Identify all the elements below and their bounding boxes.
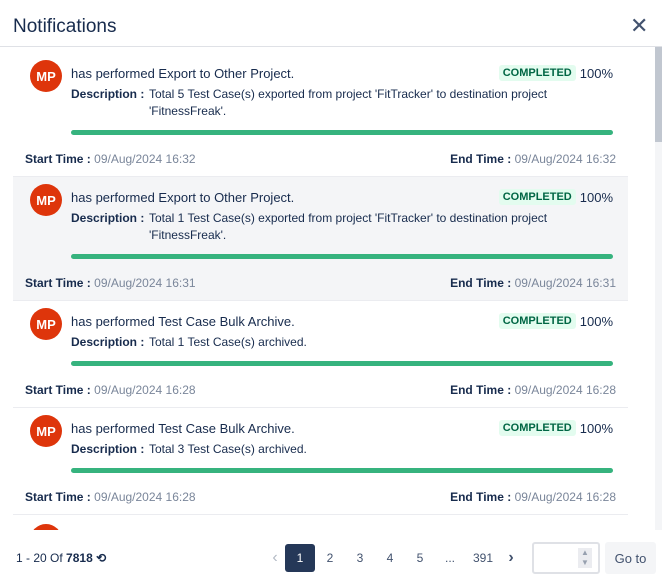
- spinner-icon[interactable]: ▲ ▼: [578, 548, 592, 568]
- result-count: 1 - 20 Of 7818 ⟲: [16, 551, 106, 565]
- end-time: End Time : 09/Aug/2024 16:28: [450, 490, 616, 504]
- start-time: Start Time : 09/Aug/2024 16:32: [25, 152, 196, 166]
- end-time: End Time : 09/Aug/2024 16:32: [450, 152, 616, 166]
- notification-item[interactable]: MP has performed Export to Other Project…: [13, 47, 628, 177]
- status-badge: COMPLETED: [498, 65, 576, 81]
- notification-item[interactable]: MP has performed Test Case Bulk Archive.…: [13, 301, 628, 408]
- progress-bar: [71, 130, 613, 135]
- status-badge: COMPLETED: [498, 420, 576, 436]
- description-text: Total 1 Test Case(s) archived.: [149, 335, 307, 349]
- end-time: End Time : 09/Aug/2024 16:31: [450, 276, 616, 290]
- progress-bar: [71, 254, 613, 259]
- status-badge: COMPLETED: [498, 313, 576, 329]
- avatar: MP: [30, 60, 62, 92]
- header: Notifications ✕: [0, 0, 662, 47]
- scrollbar-thumb[interactable]: [655, 47, 662, 142]
- start-time: Start Time : 09/Aug/2024 16:31: [25, 276, 196, 290]
- goto-page-input[interactable]: ▲ ▼: [532, 542, 600, 574]
- scrollbar[interactable]: [655, 47, 662, 530]
- of-text: Of: [50, 551, 63, 565]
- progress-percent: 100%: [579, 420, 613, 436]
- page-button[interactable]: 2: [315, 544, 345, 572]
- progress-percent: 100%: [579, 313, 613, 329]
- pagination-footer: 1 - 20 Of 7818 ⟲ ‹ 1 2 3 4 5... 391 › ▲ ▼ Go to: [0, 538, 662, 578]
- end-time: End Time : 09/Aug/2024 16:28: [450, 383, 616, 397]
- description-text: Total 5 Test Case(s) exported from proje…: [149, 87, 548, 118]
- description-label: Description :: [71, 87, 145, 101]
- prev-page-icon[interactable]: ‹: [265, 549, 285, 567]
- status-badge: COMPLETED: [498, 189, 576, 205]
- page-button[interactable]: 3: [345, 544, 375, 572]
- avatar: [30, 524, 62, 530]
- start-time: Start Time : 09/Aug/2024 16:28: [25, 490, 196, 504]
- avatar: MP: [30, 184, 62, 216]
- action-text: has performed Export to Other Project.: [71, 189, 295, 205]
- description-text: Total 3 Test Case(s) archived.: [149, 442, 307, 456]
- page-ellipsis: ...: [444, 551, 455, 565]
- panel-title: Notifications: [13, 16, 117, 37]
- avatar: MP: [30, 415, 62, 447]
- next-page-icon[interactable]: ›: [501, 549, 521, 567]
- action-text: has performed Test Case Bulk Archive.: [71, 420, 295, 436]
- description-label: Description :: [71, 442, 145, 456]
- start-time: Start Time : 09/Aug/2024 16:28: [25, 383, 196, 397]
- pager: ‹ 1 2 3 4 5... 391 ›: [265, 544, 521, 572]
- goto-button[interactable]: Go to: [605, 542, 656, 574]
- notification-item[interactable]: [13, 515, 628, 530]
- page-button[interactable]: 1: [285, 544, 315, 572]
- refresh-icon[interactable]: ⟲: [96, 551, 106, 565]
- action-text: has performed Test Case Bulk Archive.: [71, 313, 295, 329]
- notification-list: MP has performed Export to Other Project…: [13, 47, 628, 530]
- progress-percent: 100%: [579, 189, 613, 205]
- description-label: Description :: [71, 211, 145, 225]
- avatar: MP: [30, 308, 62, 340]
- page-button[interactable]: 4: [375, 544, 405, 572]
- progress-percent: 100%: [579, 65, 613, 81]
- notification-item[interactable]: MP has performed Export to Other Project…: [13, 177, 628, 301]
- page-button[interactable]: 391: [465, 544, 501, 572]
- page-button[interactable]: 5: [405, 544, 435, 572]
- description-text: Total 1 Test Case(s) exported from proje…: [149, 211, 548, 242]
- description-label: Description :: [71, 335, 145, 349]
- progress-bar: [71, 361, 613, 366]
- notification-item[interactable]: MP has performed Test Case Bulk Archive.…: [13, 408, 628, 515]
- progress-bar: [71, 468, 613, 473]
- action-text: has performed Export to Other Project.: [71, 65, 295, 81]
- close-icon[interactable]: ✕: [630, 13, 648, 39]
- total-count: 7818: [66, 551, 93, 565]
- range-text: 1 - 20: [16, 551, 47, 565]
